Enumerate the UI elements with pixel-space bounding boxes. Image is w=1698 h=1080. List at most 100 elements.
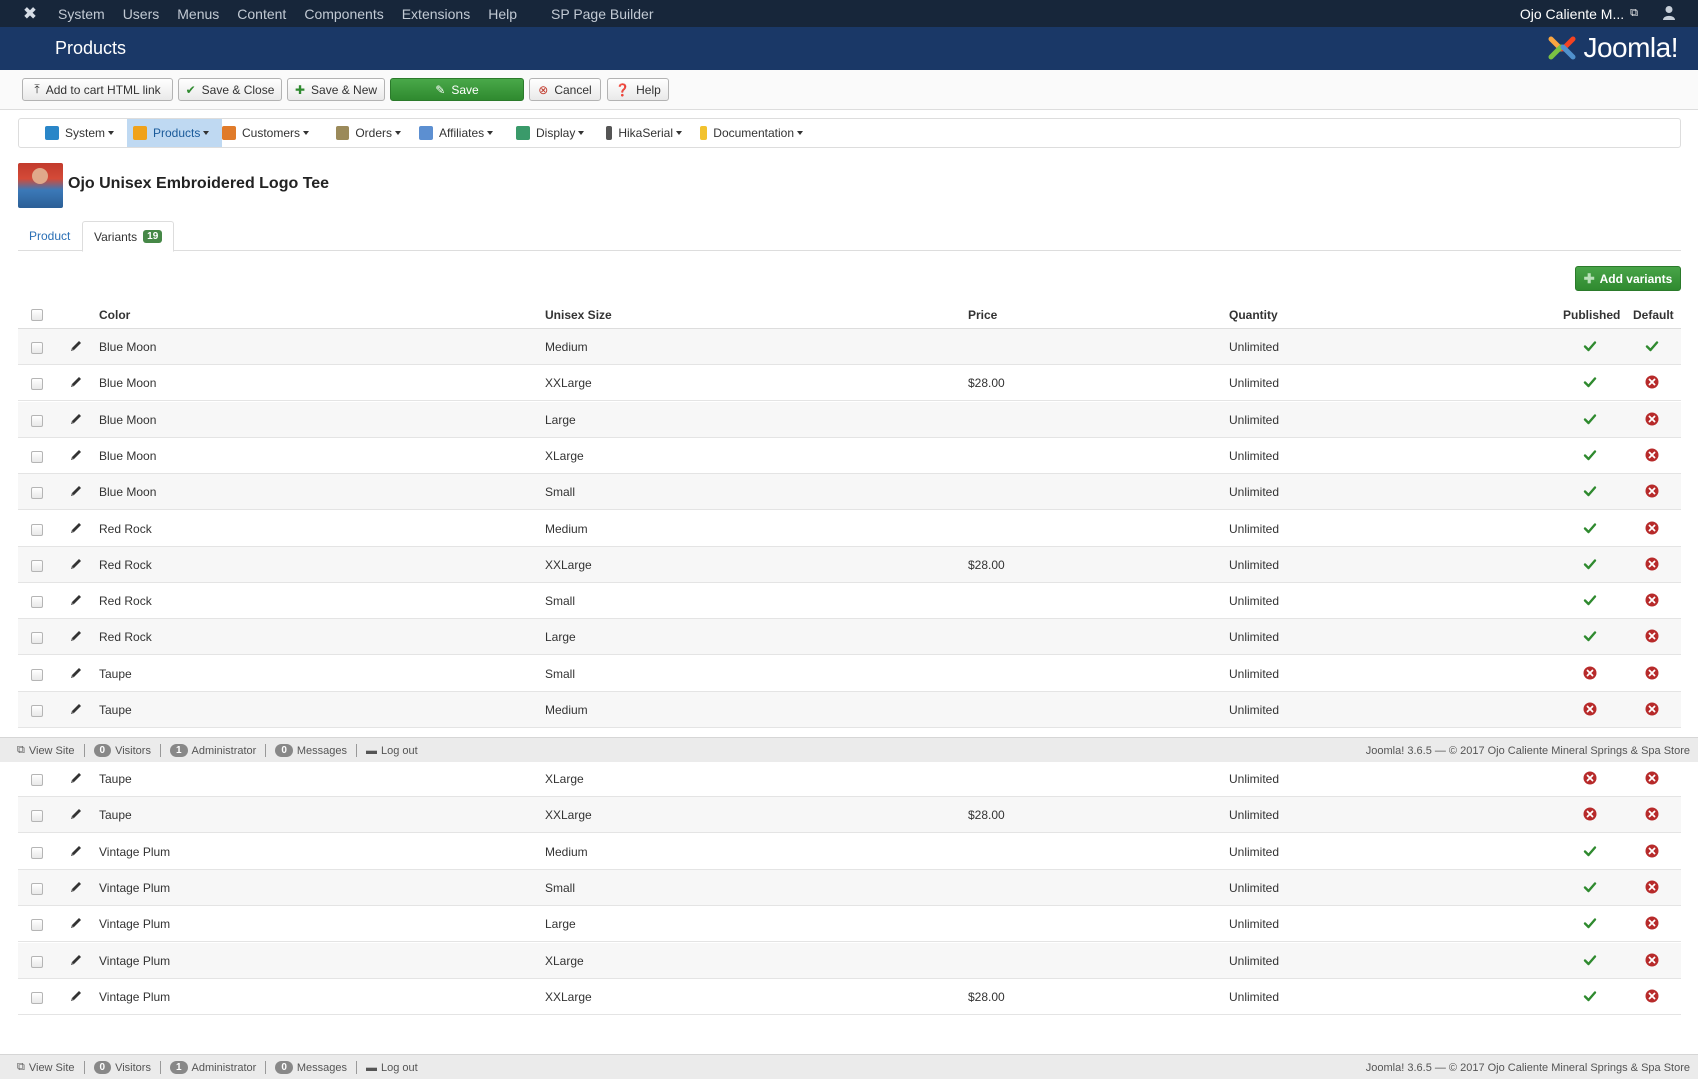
add-to-cart-html-link-button[interactable]: ⤒ Add to cart HTML link <box>22 78 173 101</box>
row-checkbox[interactable] <box>31 991 43 1004</box>
published-check-icon[interactable] <box>1583 557 1597 571</box>
not-default-x-icon[interactable] <box>1645 916 1659 930</box>
view-site-link[interactable]: ⧉ View Site <box>8 1061 85 1074</box>
not-default-x-icon[interactable] <box>1645 412 1659 426</box>
edit-pencil-icon[interactable] <box>68 411 84 427</box>
not-default-x-icon[interactable] <box>1645 807 1659 821</box>
save-button[interactable]: ✎ Save <box>390 78 524 101</box>
not-default-x-icon[interactable] <box>1645 448 1659 462</box>
edit-pencil-icon[interactable] <box>68 988 84 1004</box>
user-name[interactable]: Ojo Caliente M... <box>1520 6 1624 22</box>
administrator-status[interactable]: 1 Administrator <box>161 1061 267 1074</box>
published-check-icon[interactable] <box>1583 339 1597 353</box>
default-check-icon[interactable] <box>1645 339 1659 353</box>
edit-pencil-icon[interactable] <box>68 592 84 608</box>
not-default-x-icon[interactable] <box>1645 666 1659 680</box>
joomla-logo-icon[interactable]: ✖ <box>20 4 40 24</box>
published-check-icon[interactable] <box>1583 844 1597 858</box>
not-default-x-icon[interactable] <box>1645 521 1659 535</box>
row-checkbox[interactable] <box>31 632 43 645</box>
col-price[interactable]: Price <box>968 308 997 322</box>
row-checkbox[interactable] <box>31 705 43 717</box>
visitors-status[interactable]: 0 Visitors <box>85 744 161 757</box>
top-menu-extensions[interactable]: Extensions <box>402 6 470 22</box>
published-check-icon[interactable] <box>1583 989 1597 1003</box>
unpublished-x-icon[interactable] <box>1583 771 1597 785</box>
tab-variants[interactable]: Variants 19 <box>82 221 175 252</box>
row-checkbox[interactable] <box>31 882 43 895</box>
not-default-x-icon[interactable] <box>1645 557 1659 571</box>
published-check-icon[interactable] <box>1583 629 1597 643</box>
row-checkbox[interactable] <box>31 774 43 786</box>
not-default-x-icon[interactable] <box>1645 989 1659 1003</box>
not-default-x-icon[interactable] <box>1645 953 1659 967</box>
top-menu-components[interactable]: Components <box>304 6 383 22</box>
published-check-icon[interactable] <box>1583 953 1597 967</box>
help-button[interactable]: ❓ Help <box>607 78 669 101</box>
save-close-button[interactable]: ✔ Save & Close <box>178 78 282 101</box>
submenu-affiliates[interactable]: Affiliates <box>413 119 504 147</box>
edit-pencil-icon[interactable] <box>68 628 84 644</box>
row-checkbox[interactable] <box>31 810 43 823</box>
row-checkbox[interactable] <box>31 596 43 609</box>
select-all-checkbox[interactable] <box>31 309 43 321</box>
edit-pencil-icon[interactable] <box>68 556 84 572</box>
unpublished-x-icon[interactable] <box>1583 666 1597 680</box>
administrator-status[interactable]: 1 Administrator <box>161 744 267 757</box>
submenu-hikaserial[interactable]: HikaSerial <box>600 119 688 147</box>
view-site-link[interactable]: ⧉ View Site <box>8 744 85 757</box>
published-check-icon[interactable] <box>1583 593 1597 607</box>
not-default-x-icon[interactable] <box>1645 702 1659 716</box>
published-check-icon[interactable] <box>1583 521 1597 535</box>
edit-pencil-icon[interactable] <box>68 520 84 536</box>
published-check-icon[interactable] <box>1583 916 1597 930</box>
top-menu-system[interactable]: System <box>58 6 105 22</box>
col-color[interactable]: Color <box>99 308 130 322</box>
unpublished-x-icon[interactable] <box>1583 807 1597 821</box>
top-menu-help[interactable]: Help <box>488 6 517 22</box>
tab-product[interactable]: Product <box>18 221 81 251</box>
top-menu-menus[interactable]: Menus <box>177 6 219 22</box>
not-default-x-icon[interactable] <box>1645 880 1659 894</box>
row-checkbox[interactable] <box>31 378 43 391</box>
edit-pencil-icon[interactable] <box>68 374 84 390</box>
col-default[interactable]: Default <box>1633 308 1674 322</box>
save-new-button[interactable]: ✚ Save & New <box>287 78 385 101</box>
submenu-display[interactable]: Display <box>510 119 594 147</box>
row-checkbox[interactable] <box>31 450 43 463</box>
published-check-icon[interactable] <box>1583 375 1597 389</box>
add-variants-button[interactable]: ✚ Add variants <box>1575 266 1681 291</box>
col-unisex-size[interactable]: Unisex Size <box>545 308 612 322</box>
not-default-x-icon[interactable] <box>1645 771 1659 785</box>
published-check-icon[interactable] <box>1583 484 1597 498</box>
row-checkbox[interactable] <box>31 955 43 968</box>
user-icon[interactable] <box>1662 5 1676 21</box>
user-menu[interactable]: Ojo Caliente M... ⧉ <box>1520 0 1638 27</box>
logout-link[interactable]: ▬ Log out <box>357 1061 427 1074</box>
submenu-documentation[interactable]: Documentation <box>694 119 809 147</box>
row-checkbox[interactable] <box>31 523 43 536</box>
cancel-button[interactable]: ⊗ Cancel <box>529 78 601 101</box>
logout-link[interactable]: ▬ Log out <box>357 744 427 757</box>
row-checkbox[interactable] <box>31 559 43 572</box>
row-checkbox[interactable] <box>31 487 43 500</box>
edit-pencil-icon[interactable] <box>68 665 84 681</box>
submenu-products[interactable]: Products <box>127 119 222 147</box>
row-checkbox[interactable] <box>31 919 43 932</box>
edit-pencil-icon[interactable] <box>68 843 84 859</box>
not-default-x-icon[interactable] <box>1645 593 1659 607</box>
edit-pencil-icon[interactable] <box>68 701 84 717</box>
submenu-customers[interactable]: Customers <box>216 119 320 147</box>
top-menu-sp-page-builder[interactable]: SP Page Builder <box>551 6 653 22</box>
col-published[interactable]: Published <box>1563 308 1620 322</box>
unpublished-x-icon[interactable] <box>1583 702 1597 716</box>
not-default-x-icon[interactable] <box>1645 844 1659 858</box>
messages-status[interactable]: 0 Messages <box>266 1061 358 1074</box>
edit-pencil-icon[interactable] <box>68 806 84 822</box>
visitors-status[interactable]: 0 Visitors <box>85 1061 161 1074</box>
edit-pencil-icon[interactable] <box>68 915 84 931</box>
not-default-x-icon[interactable] <box>1645 484 1659 498</box>
messages-status[interactable]: 0 Messages <box>266 744 358 757</box>
row-checkbox[interactable] <box>31 668 43 681</box>
submenu-system[interactable]: System <box>39 119 121 147</box>
